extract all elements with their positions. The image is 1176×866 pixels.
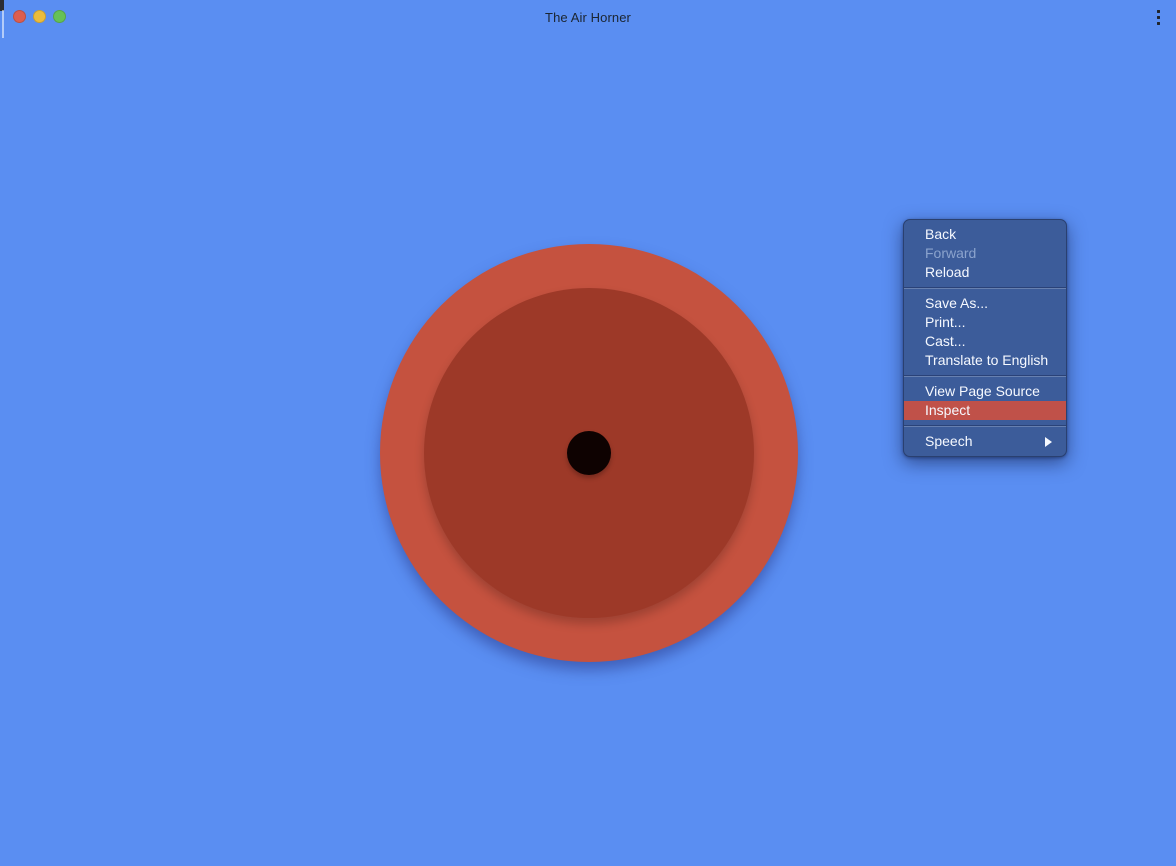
air-horn-center-dot bbox=[567, 431, 611, 475]
kebab-dot bbox=[1157, 10, 1160, 13]
menu-item-label: Cast... bbox=[925, 332, 965, 351]
context-menu: Back Forward Reload Save As... Print... … bbox=[903, 219, 1067, 457]
menu-item-translate[interactable]: Translate to English bbox=[904, 351, 1066, 370]
menu-item-reload[interactable]: Reload bbox=[904, 263, 1066, 282]
kebab-dot bbox=[1157, 16, 1160, 19]
air-horn-inner-ring bbox=[424, 288, 754, 618]
menu-item-label: View Page Source bbox=[925, 382, 1040, 401]
menu-item-label: Reload bbox=[925, 263, 969, 282]
menu-item-view-page-source[interactable]: View Page Source bbox=[904, 382, 1066, 401]
menu-item-print[interactable]: Print... bbox=[904, 313, 1066, 332]
menu-item-label: Back bbox=[925, 225, 956, 244]
menu-item-label: Save As... bbox=[925, 294, 988, 313]
menu-separator bbox=[904, 375, 1066, 377]
menu-item-label: Print... bbox=[925, 313, 965, 332]
menu-item-forward: Forward bbox=[904, 244, 1066, 263]
menu-item-label: Speech bbox=[925, 432, 972, 451]
menu-item-label: Inspect bbox=[925, 401, 970, 420]
menu-item-back[interactable]: Back bbox=[904, 225, 1066, 244]
window-title: The Air Horner bbox=[0, 0, 1176, 34]
menu-item-label: Translate to English bbox=[925, 351, 1048, 370]
menu-item-cast[interactable]: Cast... bbox=[904, 332, 1066, 351]
menu-item-inspect[interactable]: Inspect bbox=[904, 401, 1066, 420]
submenu-arrow-icon bbox=[1045, 437, 1052, 447]
titlebar: The Air Horner bbox=[0, 0, 1176, 34]
kebab-dot bbox=[1157, 22, 1160, 25]
menu-item-speech[interactable]: Speech bbox=[904, 432, 1066, 451]
menu-item-label: Forward bbox=[925, 244, 976, 263]
menu-separator bbox=[904, 425, 1066, 427]
menu-separator bbox=[904, 287, 1066, 289]
air-horn-button[interactable] bbox=[380, 244, 798, 662]
menu-item-save-as[interactable]: Save As... bbox=[904, 294, 1066, 313]
kebab-menu-icon[interactable] bbox=[1153, 9, 1163, 26]
